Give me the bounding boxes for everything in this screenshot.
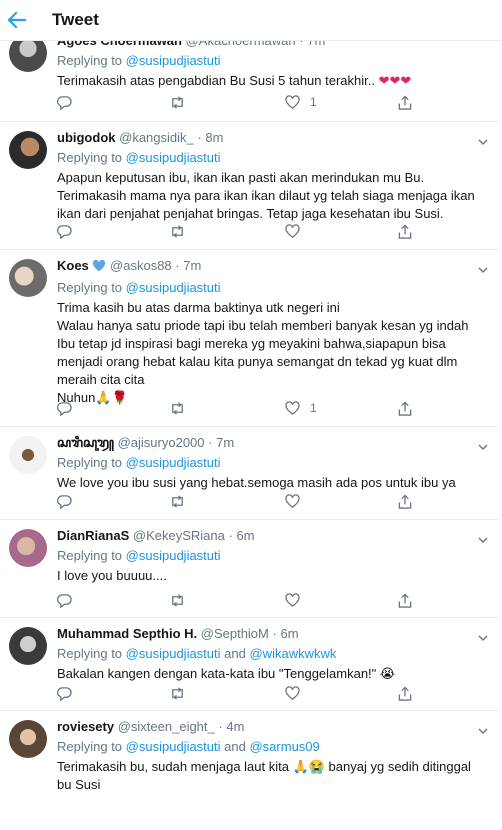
hearts-emoji: ❤❤❤ (378, 74, 412, 89)
retweet-icon[interactable] (169, 400, 186, 416)
tweet-time[interactable]: 6m (236, 528, 254, 543)
reply-context: Replying to @susipudjiastuti (57, 455, 221, 470)
mention-link[interactable]: @susipudjiastuti (126, 280, 221, 295)
like-icon[interactable] (285, 685, 300, 701)
tweet-text: Bakalan kangen dengan kata-kata ibu "Ten… (57, 666, 396, 682)
avatar[interactable] (9, 627, 47, 665)
mention-link[interactable]: @susipudjiastuti (126, 646, 221, 661)
mention-link[interactable]: @susipudjiastuti (126, 53, 221, 68)
avatar[interactable] (9, 259, 47, 297)
author-handle[interactable]: @KekeySRiana (133, 528, 225, 543)
tweet-text: Terimakasih atas pengabdian Bu Susi 5 ta… (57, 73, 412, 89)
reply-tweet[interactable]: ubigodok @kangsidik_ · 8m Replying to @s… (0, 121, 498, 250)
page-title: Tweet (52, 10, 99, 29)
tweet-time[interactable]: 4m (226, 719, 244, 734)
tweet-time[interactable]: 7m (216, 435, 234, 450)
mention-link[interactable]: @sarmus09 (249, 739, 319, 754)
tweet-text: Apapun keputusan ibu, ikan ikan pasti ak… (57, 170, 475, 221)
author-name[interactable]: DianRianaS (57, 528, 129, 543)
author-handle[interactable]: @kangsidik_ (119, 130, 194, 145)
reply-tweet[interactable]: Muhammad Septhio H. @SepthioM · 6m Reply… (0, 617, 498, 711)
author-handle[interactable]: @ajisuryo2000 (118, 435, 205, 450)
retweet-icon[interactable] (169, 94, 186, 110)
share-icon[interactable] (398, 400, 412, 416)
reply-tweet[interactable]: DianRianaS @KekeySRiana · 6m Replying to… (0, 519, 498, 618)
reply-tweet[interactable]: Koes @askos88 · 7m Replying to @susipudj… (0, 249, 498, 427)
retweet-icon[interactable] (169, 223, 186, 239)
reply-icon[interactable] (57, 94, 72, 110)
avatar[interactable] (9, 436, 47, 474)
author-handle[interactable]: @sixteen_eight_ (118, 719, 215, 734)
like-count: 1 (310, 95, 317, 109)
mention-link[interactable]: @wikawkwkwk (249, 646, 336, 661)
retweet-icon[interactable] (169, 493, 186, 509)
mention-link[interactable]: @susipudjiastuti (126, 739, 221, 754)
mention-link[interactable]: @susipudjiastuti (126, 150, 221, 165)
author-handle[interactable]: @askos88 (110, 258, 172, 273)
reply-icon[interactable] (57, 400, 72, 416)
mention-link[interactable]: @susipudjiastuti (126, 455, 221, 470)
reply-context: Replying to @susipudjiastuti (57, 53, 221, 68)
author-name[interactable]: roviesety (57, 719, 114, 734)
author-name[interactable]: ꦱꦫꦶꦱꦸꦫꦾ (57, 435, 114, 450)
tweet-text: I love you buuuu.... (57, 568, 167, 583)
author-name[interactable]: Koes (57, 258, 89, 273)
reply-icon[interactable] (57, 493, 72, 509)
reply-icon[interactable] (57, 592, 72, 608)
author-handle[interactable]: @SepthioM (201, 626, 269, 641)
share-icon[interactable] (398, 592, 412, 608)
share-icon[interactable] (398, 493, 412, 509)
reply-context: Replying to @susipudjiastuti (57, 280, 221, 295)
share-icon[interactable] (398, 94, 412, 110)
like-icon[interactable] (285, 592, 300, 608)
reply-context: Replying to @susipudjiastuti and @wikawk… (57, 646, 337, 661)
reply-context: Replying to @susipudjiastuti (57, 150, 221, 165)
author-name[interactable]: ubigodok (57, 130, 116, 145)
reply-icon[interactable] (57, 223, 72, 239)
avatar[interactable] (9, 131, 47, 169)
author-name[interactable]: Muhammad Septhio H. (57, 626, 197, 641)
like-icon[interactable]: 1 (285, 94, 317, 110)
reply-context: Replying to @susipudjiastuti (57, 548, 221, 563)
reply-tweet[interactable]: ꦱꦫꦶꦱꦸꦫꦾ @ajisuryo2000 · 7m Replying to @… (0, 426, 498, 520)
tweet-text: Terimakasih bu, sudah menjaga laut kita … (57, 759, 471, 792)
reply-tweet[interactable]: roviesety @sixteen_eight_ · 4m Replying … (0, 710, 498, 830)
tweet-text: We love you ibu susi yang hebat.semoga m… (57, 475, 456, 490)
retweet-icon[interactable] (169, 685, 186, 701)
like-icon[interactable] (285, 493, 300, 509)
heart-badge-icon (92, 259, 106, 276)
top-bar: Tweet (0, 0, 502, 41)
like-count: 1 (310, 401, 317, 415)
avatar[interactable] (9, 720, 47, 758)
tweet-time[interactable]: 7m (183, 258, 201, 273)
tweet-time[interactable]: 6m (280, 626, 298, 641)
back-arrow-icon[interactable] (6, 9, 28, 31)
tweet-text: Trima kasih bu atas darma baktinya utk n… (57, 300, 469, 406)
retweet-icon[interactable] (169, 592, 186, 608)
mention-link[interactable]: @susipudjiastuti (126, 548, 221, 563)
share-icon[interactable] (398, 223, 412, 239)
tweet-time[interactable]: 8m (205, 130, 223, 145)
like-icon[interactable]: 1 (285, 400, 317, 416)
avatar[interactable] (9, 529, 47, 567)
share-icon[interactable] (398, 685, 412, 701)
reply-context: Replying to @susipudjiastuti and @sarmus… (57, 739, 320, 754)
like-icon[interactable] (285, 223, 300, 239)
reply-icon[interactable] (57, 685, 72, 701)
crying-emoji: 😭 (379, 667, 396, 682)
